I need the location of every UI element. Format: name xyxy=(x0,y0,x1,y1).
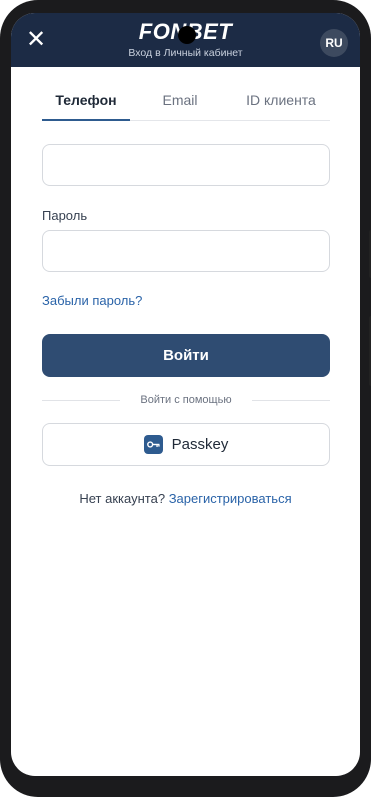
passkey-button[interactable]: Passkey xyxy=(42,423,330,466)
phone-field[interactable] xyxy=(42,144,330,186)
header-subtitle: Вход в Личный кабинет xyxy=(128,47,243,59)
forgot-password-link[interactable]: Забыли пароль? xyxy=(42,293,142,308)
signup-prompt: Нет аккаунта? xyxy=(79,491,166,506)
screen: ✕ FONBET Вход в Личный кабинет RU Телефо… xyxy=(11,13,360,776)
tab-email[interactable]: Email xyxy=(142,91,218,121)
phone-frame: ✕ FONBET Вход в Личный кабинет RU Телефо… xyxy=(0,0,371,797)
login-method-tabs: Телефон Email ID клиента xyxy=(42,91,330,121)
active-tab-indicator xyxy=(42,119,130,121)
login-with-divider: Войти с помощью xyxy=(42,393,330,407)
front-camera xyxy=(178,26,196,44)
header: ✕ FONBET Вход в Личный кабинет RU xyxy=(11,13,360,67)
login-button[interactable]: Войти xyxy=(42,334,330,377)
register-link[interactable]: Зарегистрироваться xyxy=(169,491,292,506)
signup-line: Нет аккаунта? Зарегистрироваться xyxy=(11,491,360,506)
divider-line-right xyxy=(252,400,330,401)
password-field[interactable] xyxy=(42,230,330,272)
password-label: Пароль xyxy=(42,208,88,223)
tab-phone[interactable]: Телефон xyxy=(42,91,130,121)
passkey-label: Passkey xyxy=(171,436,229,453)
key-icon xyxy=(143,434,163,454)
language-button[interactable]: RU xyxy=(320,29,348,57)
tab-client-id[interactable]: ID клиента xyxy=(232,91,330,121)
